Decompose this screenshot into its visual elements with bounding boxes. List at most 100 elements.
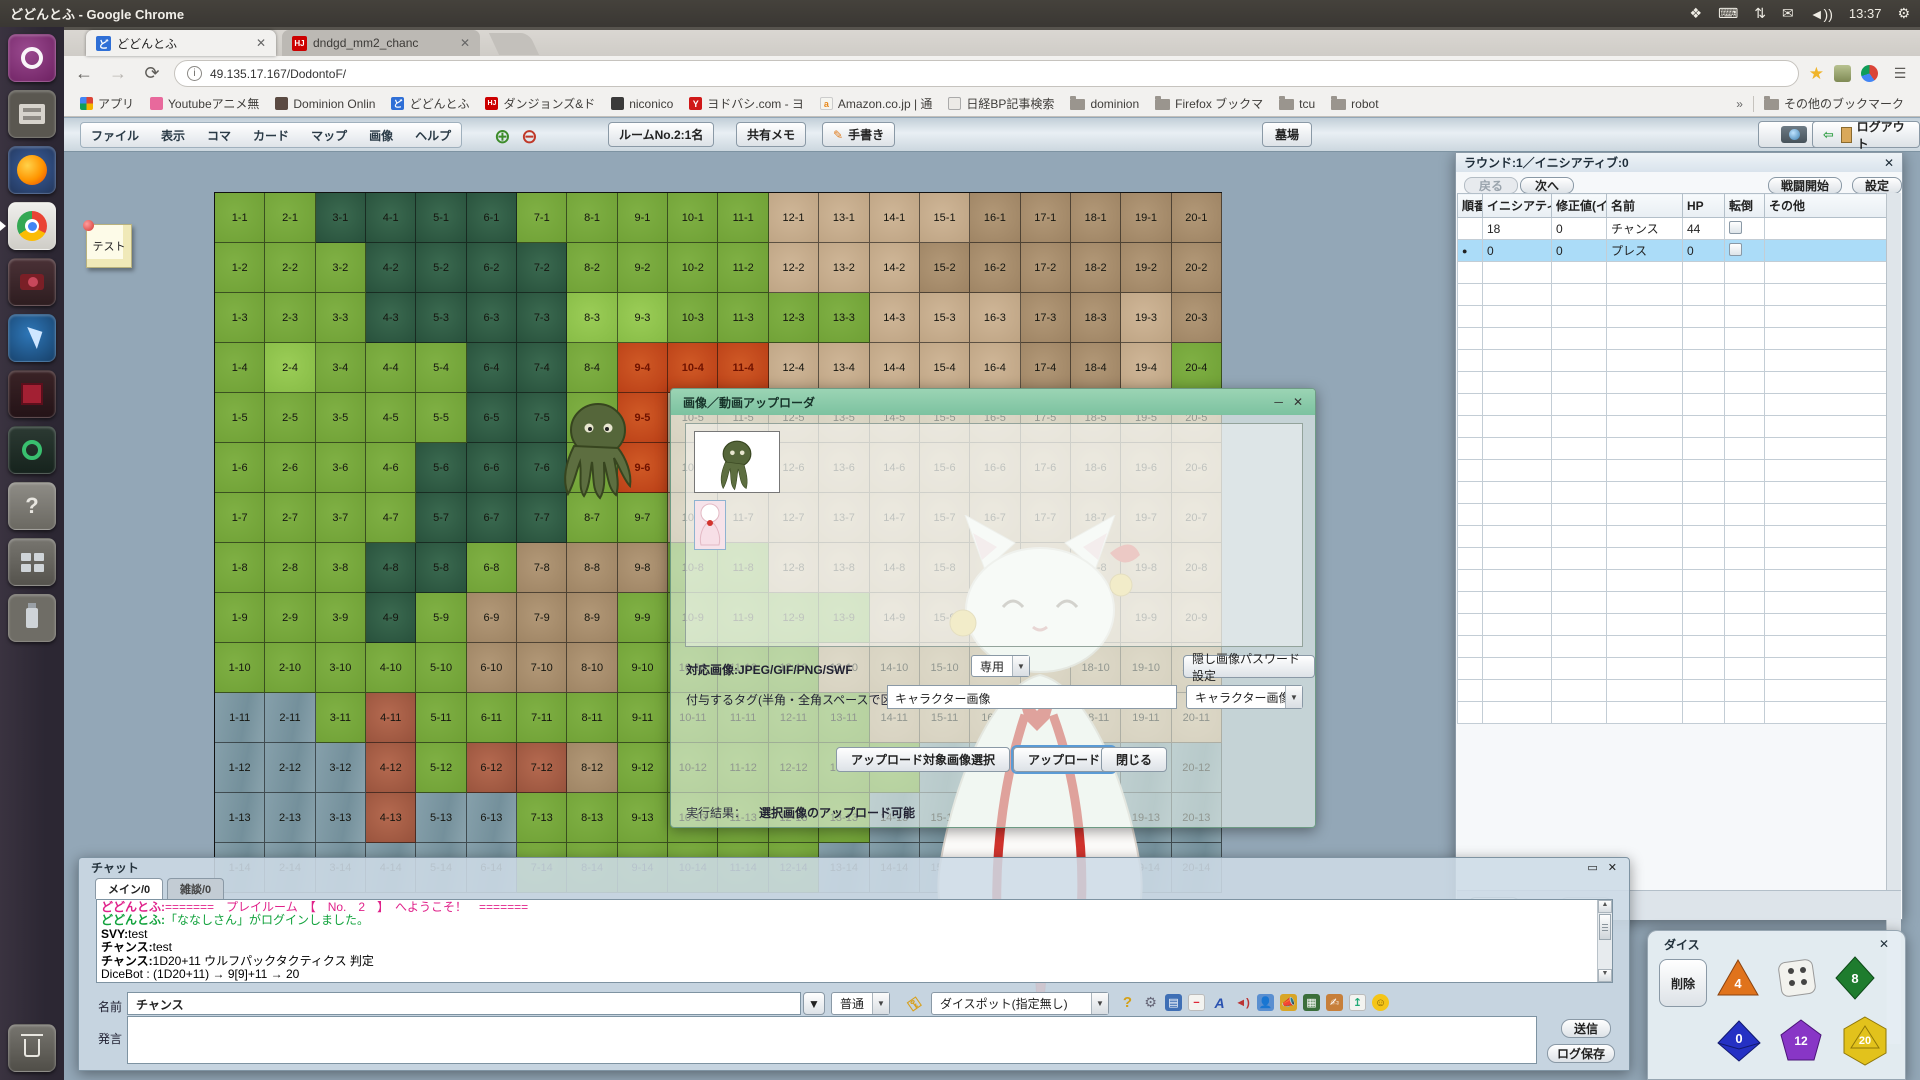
hidden-image-password-button[interactable]: 隠し画像パスワード設定 [1183,655,1315,678]
extension-icon-2[interactable] [1861,65,1878,82]
octopus-monster-token[interactable] [558,396,638,500]
scroll-up-icon[interactable]: ▲ [1598,900,1612,913]
map-cell[interactable]: 2-3 [265,293,315,343]
map-cell[interactable]: 19-4 [1121,343,1171,393]
map-cell[interactable]: 14-4 [870,343,920,393]
map-cell[interactable]: 9-8 [618,543,668,593]
chat-tab-main[interactable]: メイン/0 [95,878,163,899]
map-cell[interactable]: 17-3 [1021,293,1071,343]
map-cell[interactable]: 5-7 [416,493,466,543]
initiative-next-button[interactable]: 次へ [1520,177,1574,194]
map-cell[interactable]: 4-4 [366,343,416,393]
map-cell[interactable]: 11-4 [718,343,768,393]
map-cell[interactable]: 8-12 [567,743,617,793]
map-cell[interactable]: 4-10 [366,643,416,693]
map-cell[interactable]: 6-12 [467,743,517,793]
map-cell[interactable]: 3-2 [316,243,366,293]
map-cell[interactable]: 4-13 [366,793,416,843]
map-cell[interactable]: 8-7 [567,493,617,543]
bookmark-item[interactable]: niconico [605,95,679,113]
horn-icon[interactable]: 📣 [1280,994,1297,1011]
map-cell[interactable]: 10-1 [668,193,718,243]
map-cell[interactable]: 7-12 [517,743,567,793]
map-cell[interactable]: 1-9 [215,593,265,643]
map-cell[interactable]: 17-4 [1021,343,1071,393]
map-cell[interactable]: 7-13 [517,793,567,843]
map-cell[interactable]: 3-12 [316,743,366,793]
map-cell[interactable]: 3-4 [316,343,366,393]
map-cell[interactable]: 1-2 [215,243,265,293]
table-row[interactable]: ●00プレス0 [1458,240,1889,262]
map-cell[interactable]: 3-11 [316,693,366,743]
scroll-thumb[interactable] [1599,914,1611,940]
map-cell[interactable]: 9-10 [618,643,668,693]
chat-log[interactable]: どどんとふ:======= プレイルーム 【 No. 2 】 へようこそ！ ==… [96,899,1613,983]
image-thumbnail-character[interactable] [694,500,726,550]
map-cell[interactable]: 2-1 [265,193,315,243]
close-icon[interactable]: ✕ [1884,156,1894,170]
dicebot-select[interactable]: ダイスポット(指定無し) ▼ [931,992,1109,1015]
map-cell[interactable]: 3-5 [316,393,366,443]
map-cell[interactable]: 9-3 [618,293,668,343]
map-cell[interactable]: 4-11 [366,693,416,743]
bookmark-item[interactable]: aAmazon.co.jp | 通 [814,93,939,114]
chat-scrollbar[interactable]: ▲ ▼ [1597,900,1612,982]
map-cell[interactable]: 2-9 [265,593,315,643]
map-cell[interactable]: 2-11 [265,693,315,743]
reload-button[interactable]: ⟳ [140,63,164,84]
tab-close-icon[interactable]: ✕ [256,36,266,50]
map-cell[interactable]: 16-4 [970,343,1020,393]
map-cell[interactable]: 18-4 [1071,343,1121,393]
map-cell[interactable]: 9-4 [618,343,668,393]
bookmark-star-icon[interactable]: ★ [1809,64,1824,84]
map-cell[interactable]: 8-1 [567,193,617,243]
map-cell[interactable]: 5-2 [416,243,466,293]
forward-button[interactable]: → [106,63,130,84]
map-cell[interactable]: 11-3 [718,293,768,343]
map-cell[interactable]: 15-3 [920,293,970,343]
book-icon[interactable]: ▤ [1165,994,1182,1011]
tab-dndgd[interactable]: HJ dndgd_mm2_chanc ✕ [282,30,480,56]
bookmark-item[interactable]: どどどんとふ [385,93,475,114]
keyboard-icon[interactable]: ⌨ [1718,5,1738,22]
bookmarks-overflow-icon[interactable]: » [1730,97,1749,111]
map-cell[interactable]: 6-10 [467,643,517,693]
map-cell[interactable]: 6-13 [467,793,517,843]
map-cell[interactable]: 3-3 [316,293,366,343]
initiative-back-button[interactable]: 戻る [1464,177,1518,194]
map-cell[interactable]: 4-2 [366,243,416,293]
mail-icon[interactable]: ✉ [1782,5,1794,22]
person-edit-icon[interactable]: ✍ [1326,994,1343,1011]
bookmark-item[interactable]: Yヨドバシ.com - ヨ [683,93,810,114]
map-cell[interactable]: 1-13 [215,793,265,843]
send-button[interactable]: 送信 [1561,1019,1611,1038]
map-cell[interactable]: 5-3 [416,293,466,343]
map-cell[interactable]: 18-3 [1071,293,1121,343]
column-header-6[interactable]: その他 [1765,194,1889,218]
dice-delete-button[interactable]: 削除 [1659,959,1707,1007]
column-header-4[interactable]: HP [1683,194,1725,218]
map-cell[interactable]: 9-12 [618,743,668,793]
map-cell[interactable]: 7-2 [517,243,567,293]
map-cell[interactable]: 6-6 [467,443,517,493]
map-cell[interactable]: 4-7 [366,493,416,543]
map-cell[interactable]: 2-5 [265,393,315,443]
map-cell[interactable]: 9-1 [618,193,668,243]
map-cell[interactable]: 5-11 [416,693,466,743]
close-icon[interactable]: ✕ [1879,937,1889,951]
input-arrows-icon[interactable]: ⇅ [1754,5,1766,22]
map-cell[interactable]: 4-8 [366,543,416,593]
d6-die[interactable] [1776,957,1818,1002]
menu-item-6[interactable]: ヘルプ [415,127,451,144]
bookmark-item[interactable]: 日経BP記事検索 [942,93,1060,114]
map-cell[interactable]: 18-1 [1071,193,1121,243]
upload-scope-select[interactable]: 専用 ▼ [971,655,1030,677]
usb-storage-icon[interactable] [8,594,56,642]
map-cell[interactable]: 6-1 [467,193,517,243]
bookmark-item[interactable]: アプリ [74,93,140,114]
map-cell[interactable]: 4-6 [366,443,416,493]
close-icon[interactable]: ✕ [1293,395,1303,409]
map-cell[interactable]: 15-2 [920,243,970,293]
map-cell[interactable]: 3-9 [316,593,366,643]
map-cell[interactable]: 12-2 [769,243,819,293]
